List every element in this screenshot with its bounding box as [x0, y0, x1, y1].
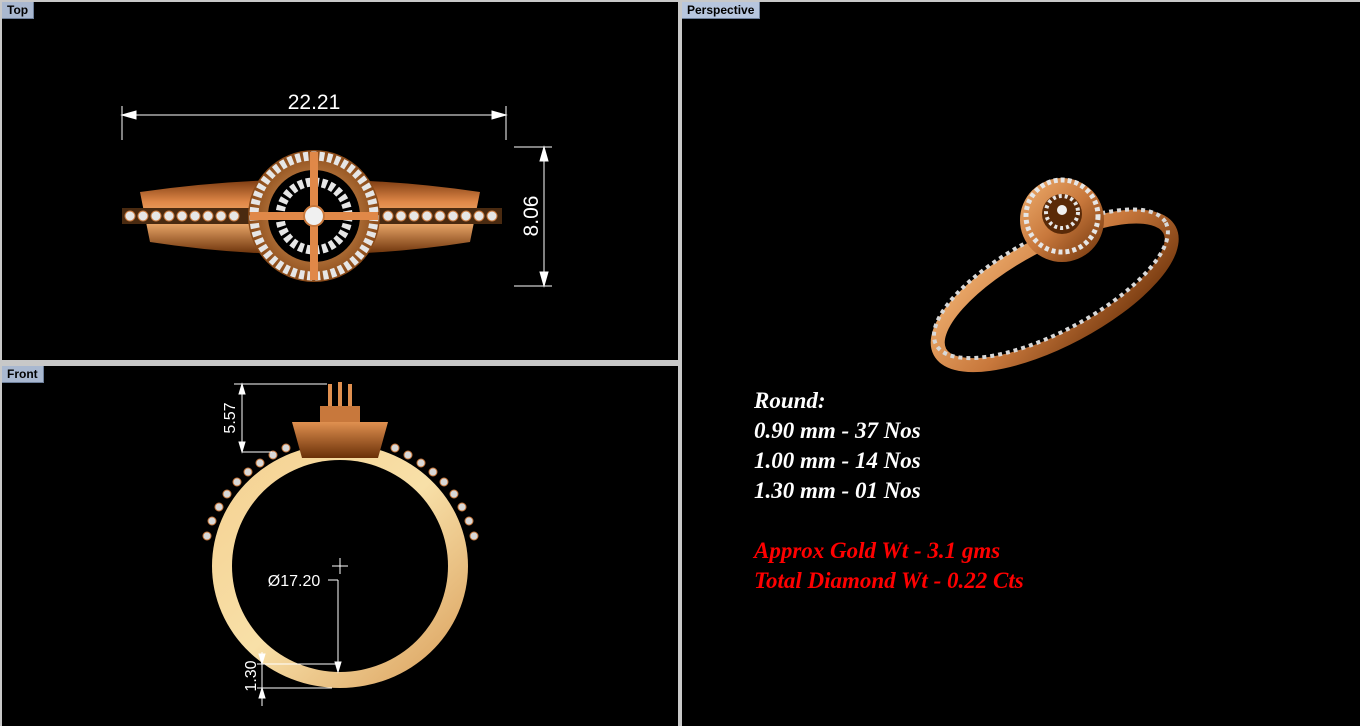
- top-viewport-label[interactable]: Top: [2, 2, 35, 19]
- front-viewport[interactable]: 5.57 Ø17.20 1.30 Front: [2, 366, 678, 726]
- width-dimension-label: 22.21: [288, 91, 341, 114]
- prong: [338, 382, 342, 406]
- prong: [348, 384, 352, 406]
- spec-line: 0.90 mm - 37 Nos: [754, 418, 921, 443]
- diamond-weight: Total Diamond Wt - 0.22 Cts: [754, 568, 1024, 593]
- thickness-dimension-label: 1.30: [243, 660, 260, 691]
- center-stone: [303, 205, 325, 227]
- gold-weight: Approx Gold Wt - 3.1 gms: [754, 538, 1001, 563]
- specs-heading: Round:: [754, 388, 826, 413]
- setting-prongs: [320, 406, 360, 422]
- diameter-dimension-label: Ø17.20: [268, 573, 321, 590]
- head-height-dimension-label: 5.57: [222, 402, 239, 433]
- perspective-viewport-label[interactable]: Perspective: [682, 2, 761, 19]
- spec-line: 1.00 mm - 14 Nos: [754, 448, 921, 473]
- spec-line: 1.30 mm - 01 Nos: [754, 478, 921, 503]
- height-dimension-label: 8.06: [520, 196, 543, 237]
- top-view-drawing: 22.21 8.06: [120, 91, 552, 288]
- front-viewport-label[interactable]: Front: [2, 366, 44, 383]
- center-stone-3d: [1057, 205, 1067, 215]
- top-viewport[interactable]: 22.21 8.06 Top: [2, 2, 678, 360]
- setting-cup: [292, 422, 388, 458]
- perspective-view-drawing: [930, 177, 1179, 373]
- perspective-viewport[interactable]: Perspective Round: 0.90 mm - 37 Nos 1.00…: [682, 2, 1360, 726]
- prong: [328, 384, 332, 406]
- stone-specifications: Round: 0.90 mm - 37 Nos 1.00 mm - 14 Nos…: [754, 386, 1024, 596]
- front-view-drawing: 5.57 Ø17.20 1.30: [202, 382, 479, 706]
